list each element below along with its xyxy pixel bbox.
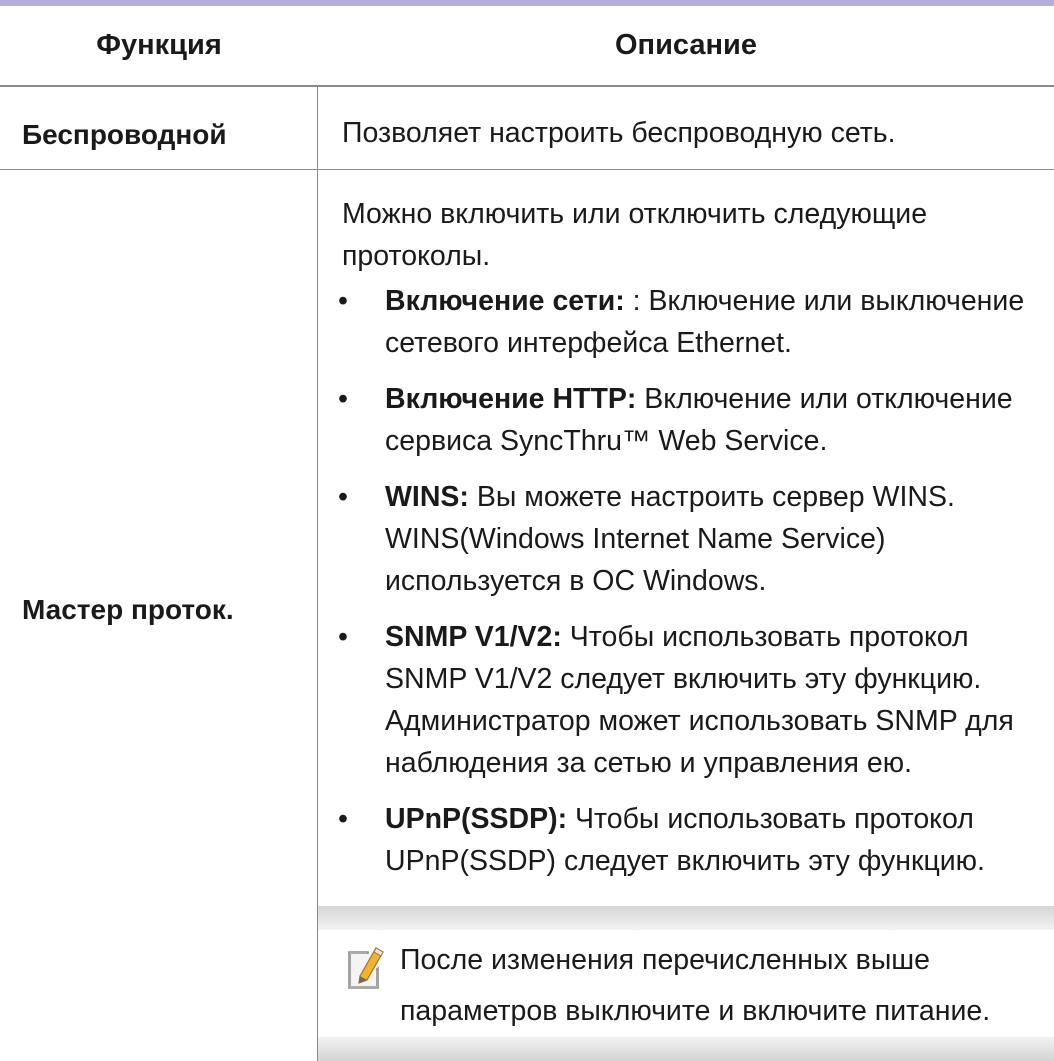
note-pencil-icon [346, 944, 386, 990]
bullet-term: Включение HTTP: [385, 383, 637, 415]
list-item: • WINS: Вы можете настроить сервер WINS.… [328, 476, 1040, 602]
bullet-term: UPnP(SSDP): [385, 803, 568, 835]
list-item: • Включение сети: : Включение или выключ… [328, 280, 1040, 364]
bullet-term: SNMP V1/V2: [385, 621, 562, 653]
bullet-icon: • [338, 481, 348, 513]
bullet-icon: • [338, 621, 348, 653]
row-wireless-description: Позволяет настроить беспроводную сеть. [342, 117, 896, 149]
row-divider [0, 169, 1054, 170]
bullet-text: Вы можете настроить сервер WINS. WINS(Wi… [385, 481, 955, 597]
list-item: • UPnP(SSDP): Чтобы использовать протоко… [328, 798, 1040, 882]
row-protocol-function: Мастер проток. [22, 594, 234, 625]
bullet-icon: • [338, 383, 348, 415]
row-protocol-intro: Можно включить или отключить следующие п… [342, 198, 928, 272]
header-description: Описание [615, 29, 757, 61]
table-header-row: Функция Описание [0, 6, 1054, 87]
bullet-term: WINS: [385, 481, 469, 513]
note-box: После изменения перечисленных выше парам… [318, 906, 1054, 1061]
protocol-list: • Включение сети: : Включение или выключ… [328, 280, 1040, 896]
list-item: • SNMP V1/V2: Чтобы использовать протоко… [328, 616, 1040, 784]
bullet-icon: • [338, 285, 348, 317]
note-bottom-bar [318, 1037, 1054, 1061]
header-function: Функция [96, 29, 222, 61]
bullet-term: Включение сети: [385, 285, 625, 317]
note-top-bar [318, 906, 1054, 930]
row-wireless-function: Беспроводной [22, 119, 227, 150]
bullet-icon: • [338, 803, 348, 835]
document-page: Функция Описание Беспроводной Позволяет … [0, 0, 1054, 1061]
list-item: • Включение HTTP: Включение или отключен… [328, 378, 1040, 462]
note-text: После изменения перечисленных выше парам… [400, 944, 991, 1027]
